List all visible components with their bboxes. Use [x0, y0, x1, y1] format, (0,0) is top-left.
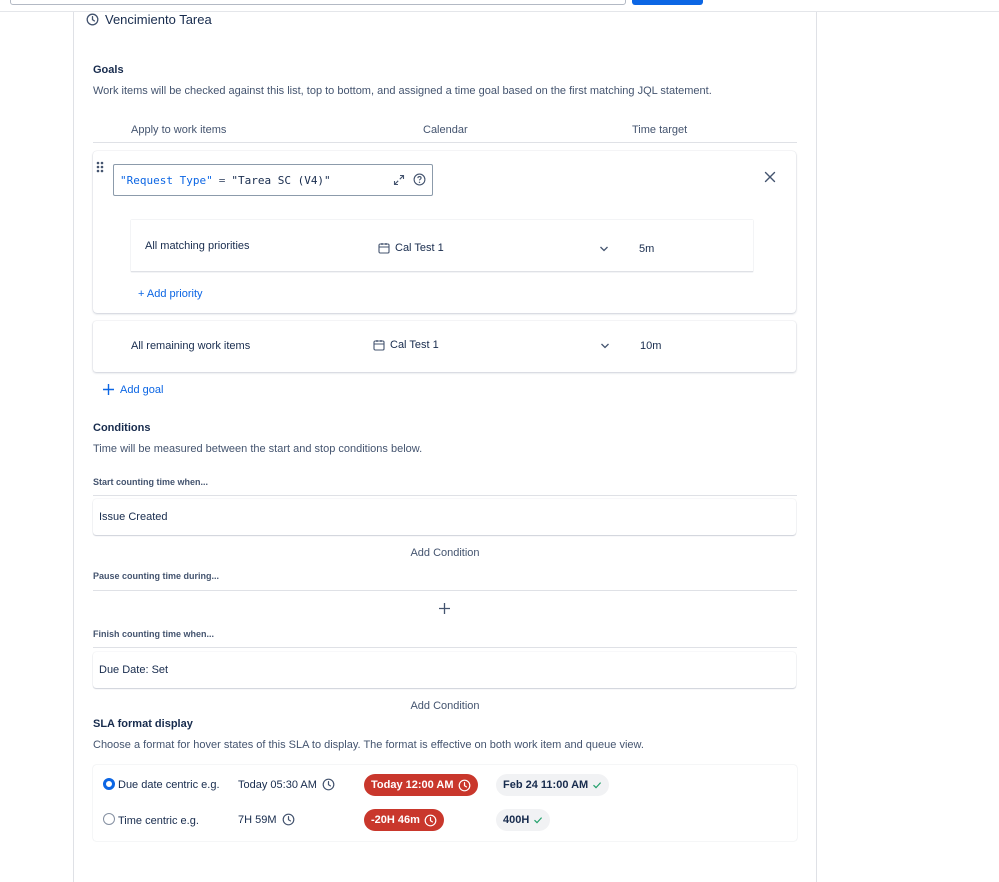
divider: [93, 647, 797, 648]
clock-icon: [458, 779, 471, 792]
example-breached-badge: -20H 46m: [364, 809, 444, 831]
pause-condition-label: Pause counting time during...: [93, 571, 220, 581]
due-date-centric-label[interactable]: Due date centric e.g.: [118, 779, 220, 791]
time-centric-label[interactable]: Time centric e.g.: [118, 815, 199, 827]
calendar-icon: [378, 242, 390, 254]
top-primary-button[interactable]: [632, 0, 703, 5]
drag-handle-icon[interactable]: [95, 160, 105, 174]
divider: [93, 495, 797, 496]
priority-time-target[interactable]: 5m: [639, 243, 654, 255]
calendar-value: Cal Test 1: [395, 242, 444, 254]
example-plain-value: 7H 59M: [238, 813, 277, 826]
clock-icon: [424, 814, 437, 827]
remaining-label: All remaining work items: [131, 340, 251, 352]
checkmark-icon: [533, 815, 543, 825]
chevron-down-icon[interactable]: [600, 342, 610, 350]
goals-description: Work items will be checked against this …: [93, 85, 712, 97]
add-goal-button[interactable]: Add goal: [102, 383, 163, 396]
sla-name: Vencimiento Tarea: [105, 11, 212, 27]
example-met-value: Feb 24 11:00 AM: [503, 779, 589, 791]
calendar-icon: [373, 339, 385, 351]
remaining-calendar-select[interactable]: Cal Test 1: [373, 339, 439, 351]
column-time-target: Time target: [632, 124, 688, 136]
example-met-value: 400H: [503, 814, 530, 826]
jql-value: "Tarea SC (V4)": [231, 173, 331, 187]
remove-goal-close-icon[interactable]: [763, 170, 777, 184]
add-finish-condition-button[interactable]: Add Condition: [0, 700, 890, 712]
expand-icon[interactable]: [393, 174, 405, 186]
example-breached-value: Today 12:00 AM: [371, 779, 454, 791]
add-start-condition-button[interactable]: Add Condition: [0, 547, 890, 559]
priority-calendar-select[interactable]: Cal Test 1: [378, 242, 444, 254]
sla-format-heading: SLA format display: [93, 718, 193, 730]
checkmark-icon: [592, 780, 602, 790]
plus-icon: [102, 383, 115, 396]
conditions-description: Time will be measured between the start …: [93, 443, 423, 455]
example-met-badge: 400H: [496, 809, 551, 831]
divider: [93, 590, 797, 591]
calendar-value: Cal Test 1: [390, 339, 439, 351]
finish-condition-label: Finish counting time when...: [93, 629, 214, 639]
remaining-time-target[interactable]: 10m: [640, 340, 661, 352]
goals-heading: Goals: [93, 64, 124, 76]
start-condition-item[interactable]: Issue Created: [93, 499, 796, 535]
add-pause-condition-plus-icon[interactable]: [438, 602, 451, 615]
priority-label: All matching priorities: [145, 240, 250, 252]
column-apply: Apply to work items: [131, 124, 227, 136]
sla-format-description: Choose a format for hover states of this…: [93, 739, 644, 751]
jql-operator: =: [218, 173, 226, 187]
finish-condition-item[interactable]: Due Date: Set: [93, 652, 796, 688]
help-icon[interactable]: [413, 173, 426, 186]
jql-input[interactable]: "Request Type" = "Tarea SC (V4)": [113, 164, 433, 196]
jql-field: "Request Type": [120, 173, 213, 187]
example-plain-time: 7H 59M: [238, 813, 295, 826]
due-date-centric-radio[interactable]: [103, 778, 115, 790]
example-met-badge: Feb 24 11:00 AM: [496, 774, 610, 796]
top-search-input[interactable]: [10, 0, 626, 5]
example-breached-value: -20H 46m: [371, 814, 420, 826]
sla-title-row: Vencimiento Tarea: [86, 11, 212, 27]
clock-icon: [322, 778, 335, 791]
example-plain-time: Today 05:30 AM: [238, 778, 335, 791]
add-priority-link[interactable]: + Add priority: [138, 288, 203, 300]
divider: [93, 142, 797, 143]
clock-icon: [282, 813, 295, 826]
time-centric-radio[interactable]: [103, 813, 115, 825]
example-plain-value: Today 05:30 AM: [238, 778, 317, 791]
column-calendar: Calendar: [423, 124, 468, 136]
add-goal-label: Add goal: [120, 383, 164, 396]
conditions-heading: Conditions: [93, 422, 151, 434]
example-breached-badge: Today 12:00 AM: [364, 774, 478, 796]
chevron-down-icon[interactable]: [599, 245, 609, 253]
start-condition-label: Start counting time when...: [93, 477, 209, 487]
clock-icon: [86, 13, 99, 26]
